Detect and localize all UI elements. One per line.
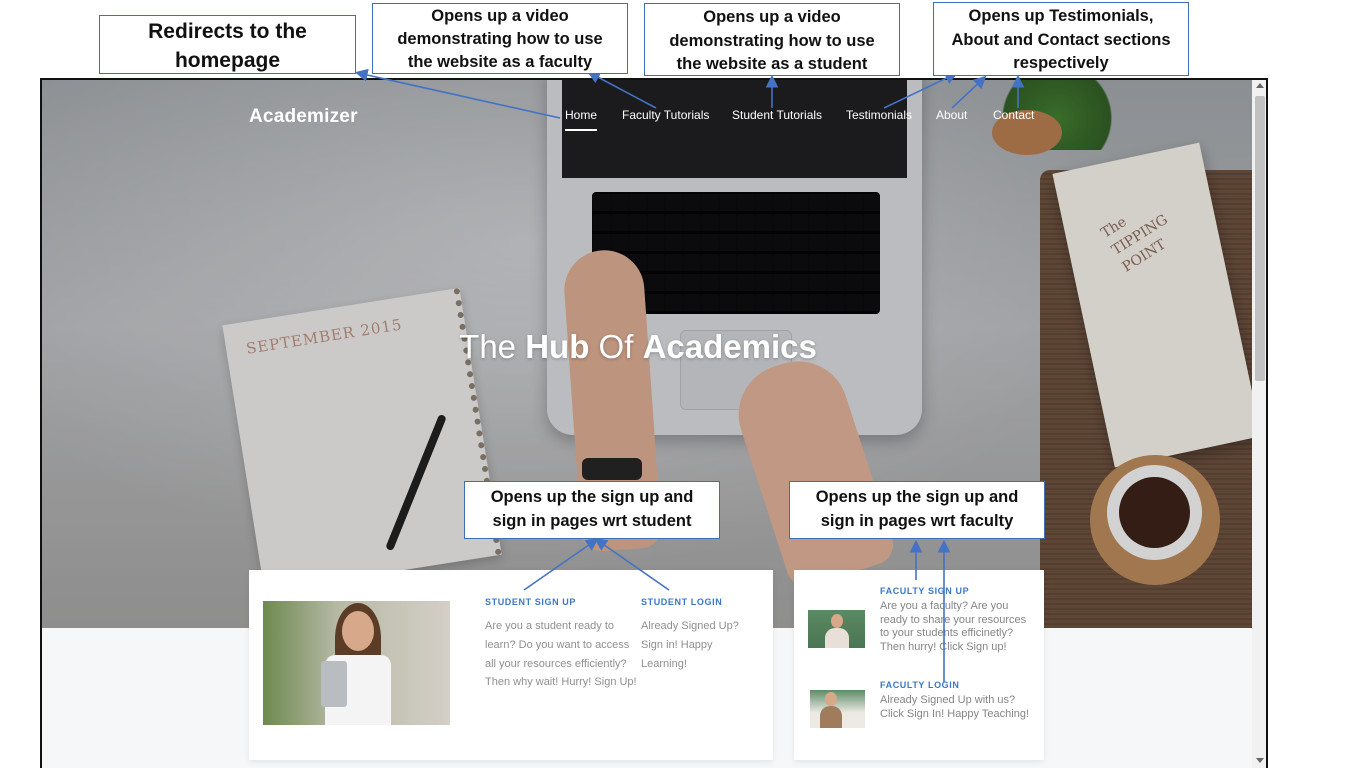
nav-about[interactable]: About (936, 108, 967, 122)
annotation-student-video: Opens up a video demonstrating how to us… (644, 3, 900, 76)
annotation-home: Redirects to the homepage (99, 15, 356, 74)
annotation-faculty-video: Opens up a video demonstrating how to us… (372, 3, 628, 74)
annotation-sections: Opens up Testimonials, About and Contact… (933, 2, 1189, 76)
faculty-signup-text: Are you a faculty? Are you ready to shar… (880, 600, 1027, 653)
faculty-card: FACULTY SIGN UP Are you a faculty? Are y… (794, 570, 1044, 760)
student-login-heading[interactable]: STUDENT LOGIN (641, 597, 722, 607)
annotation-student-signup: Opens up the sign up and sign in pages w… (464, 481, 720, 539)
nav-contact[interactable]: Contact (993, 108, 1034, 122)
nav-student-tutorials[interactable]: Student Tutorials (732, 108, 822, 122)
faculty-login-photo (810, 690, 865, 728)
faculty-login-photo-face (825, 692, 837, 706)
browser-viewport: The TIPPING POINT SEPTEMBER 2015 Academi… (40, 78, 1268, 768)
page-scrollbar[interactable] (1252, 80, 1266, 768)
scroll-thumb[interactable] (1255, 96, 1265, 381)
nav-faculty-tutorials[interactable]: Faculty Tutorials (622, 108, 709, 122)
brand-logo[interactable]: Academizer (249, 106, 358, 128)
scroll-down-arrow-icon[interactable] (1256, 758, 1264, 763)
student-card: STUDENT SIGN UP Are you a student ready … (249, 570, 773, 760)
faculty-signup-photo (808, 610, 865, 648)
screenshot-stage: The TIPPING POINT SEPTEMBER 2015 Academi… (0, 0, 1366, 768)
faculty-signup-heading[interactable]: FACULTY SIGN UP (880, 586, 969, 596)
student-photo (263, 601, 450, 725)
student-photo-face (342, 611, 374, 651)
student-login-text: Already Signed Up? Sign in! Happy Learni… (641, 620, 739, 670)
faculty-login-photo-body (820, 706, 842, 728)
student-photo-laptop (321, 661, 347, 707)
annotation-faculty-signup: Opens up the sign up and sign in pages w… (789, 481, 1045, 539)
hero-title: The Hub Of Academics (459, 328, 817, 365)
faculty-photo-face (831, 614, 843, 628)
student-signup-heading[interactable]: STUDENT SIGN UP (485, 597, 576, 607)
faculty-login-text: Already Signed Up with us? Click Sign In… (880, 694, 1029, 720)
faculty-photo-body (825, 628, 849, 648)
hero-section: The TIPPING POINT SEPTEMBER 2015 Academi… (42, 80, 1252, 628)
student-signup-text: Are you a student ready to learn? Do you… (485, 620, 637, 689)
nav-testimonials[interactable]: Testimonials (846, 108, 912, 122)
nav-home[interactable]: Home (565, 108, 598, 131)
scroll-up-arrow-icon[interactable] (1256, 83, 1264, 88)
faculty-login-heading[interactable]: FACULTY LOGIN (880, 680, 959, 690)
